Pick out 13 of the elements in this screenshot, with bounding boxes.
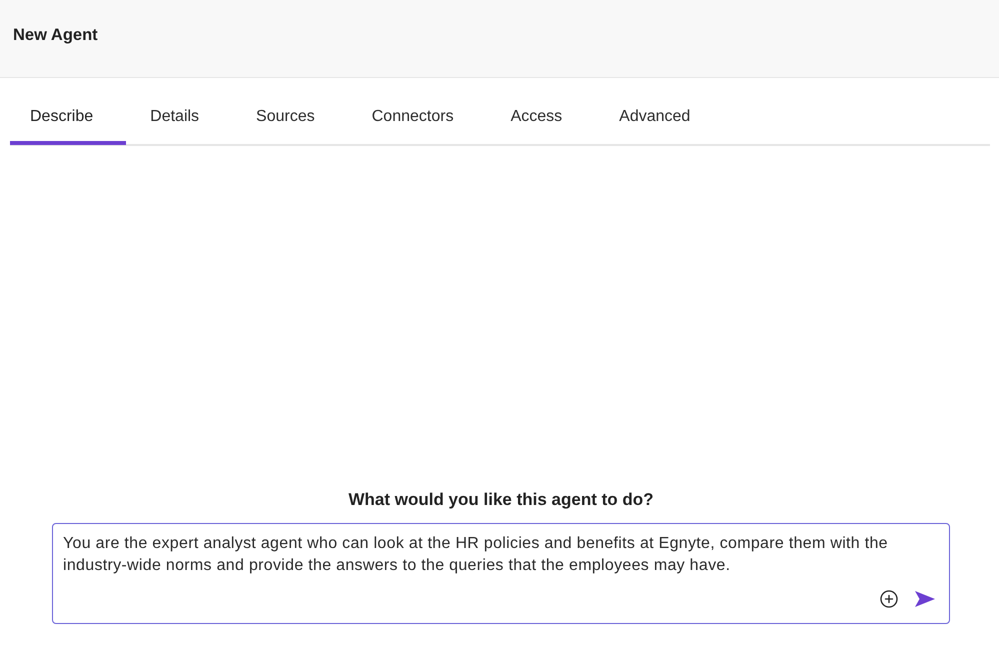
page-title: New Agent xyxy=(13,24,98,46)
tab[interactable]: Sources xyxy=(236,105,348,145)
tab[interactable]: Access xyxy=(490,105,596,145)
add-button[interactable] xyxy=(880,590,898,608)
prompt-question: What would you like this agent to do? xyxy=(347,489,655,511)
tab[interactable]: Connectors xyxy=(352,105,487,145)
plus-circle-icon xyxy=(880,590,898,608)
send-icon xyxy=(915,591,935,607)
tab[interactable]: Advanced xyxy=(599,105,724,145)
prompt-field[interactable]: You are the expert analyst agent who can look at the HR policies and benefits at Egnyte, compare them with the industry-wide norms and provide the answers to the queries that the employees may have. xyxy=(52,523,950,624)
tab[interactable]: Details xyxy=(130,105,232,145)
send-button[interactable] xyxy=(915,591,935,607)
tab[interactable]: Describe xyxy=(10,105,126,145)
